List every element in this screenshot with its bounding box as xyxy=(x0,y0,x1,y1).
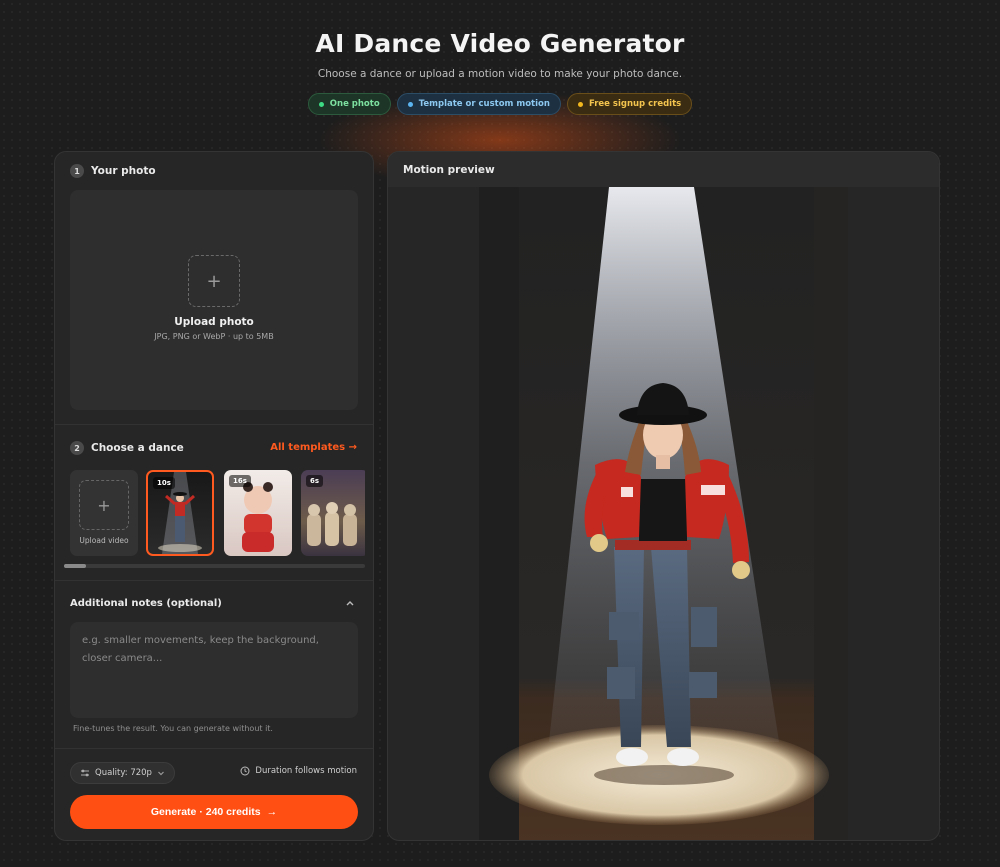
duration-label: Duration follows motion xyxy=(255,766,357,776)
upload-video-button[interactable]: + Upload video xyxy=(70,470,138,556)
hero: AI Dance Video Generator Choose a dance … xyxy=(0,0,1000,115)
chevron-up-icon[interactable] xyxy=(345,598,355,611)
divider xyxy=(55,748,373,749)
upload-photo-hint: JPG, PNG or WebP · up to 5MB xyxy=(154,332,274,341)
dance-template-thumbnail[interactable]: 6s xyxy=(301,470,365,556)
duration-info: Duration follows motion xyxy=(240,766,357,776)
carousel-scrollbar[interactable] xyxy=(64,564,365,568)
duration-badge: 16s xyxy=(229,475,251,487)
additional-notes-title: Additional notes (optional) xyxy=(70,598,222,609)
dance-template-thumbnail[interactable]: 16s xyxy=(224,470,292,556)
all-templates-link[interactable]: All templates → xyxy=(270,442,357,453)
step-your-photo: 1 Your photo xyxy=(70,164,156,178)
scrollbar-thumb[interactable] xyxy=(64,564,86,568)
divider xyxy=(55,424,373,425)
motion-preview-video[interactable] xyxy=(479,187,848,840)
quality-select[interactable]: Quality: 720p xyxy=(70,762,175,784)
motion-preview-title: Motion preview xyxy=(388,152,939,187)
duration-badge: 6s xyxy=(306,475,324,487)
step-title: Choose a dance xyxy=(91,442,184,454)
duration-badge: 10s xyxy=(153,477,175,489)
clock-icon xyxy=(240,766,250,776)
chip-one-photo: One photo xyxy=(307,93,391,115)
generate-button[interactable]: Generate · 240 credits → xyxy=(70,795,358,829)
generator-form-panel: 1 Your photo + Upload photo JPG, PNG or … xyxy=(54,151,374,841)
feature-chips: One photo Template or custom motion Free… xyxy=(0,93,1000,115)
dot-icon xyxy=(318,101,324,107)
sliders-icon xyxy=(81,769,89,777)
photo-upload-dropzone[interactable]: + Upload photo JPG, PNG or WebP · up to … xyxy=(70,190,358,410)
dance-template-carousel: + Upload video 10s 16s 6s xyxy=(70,470,365,556)
plus-icon: + xyxy=(188,255,240,307)
quality-label: Quality: 720p xyxy=(95,768,152,778)
dot-icon xyxy=(407,101,413,107)
chip-free-credits: Free signup credits xyxy=(566,93,693,115)
chip-template-motion: Template or custom motion xyxy=(396,93,561,115)
additional-notes-input[interactable] xyxy=(70,622,358,718)
plus-icon: + xyxy=(79,480,129,530)
divider xyxy=(55,580,373,581)
dot-icon xyxy=(577,101,583,107)
page-subtitle: Choose a dance or upload a motion video … xyxy=(317,68,683,80)
dance-template-thumbnail[interactable]: 10s xyxy=(146,470,214,556)
chevron-down-icon xyxy=(158,771,164,776)
dancer-video-frame xyxy=(479,187,848,840)
arrow-right-icon: → xyxy=(266,806,278,818)
page-title: AI Dance Video Generator xyxy=(315,29,685,58)
upload-video-label: Upload video xyxy=(79,536,129,545)
step-number: 1 xyxy=(70,164,84,178)
step-number: 2 xyxy=(70,441,84,455)
motion-preview-panel: Motion preview xyxy=(387,151,940,841)
notes-helper-text: Fine-tunes the result. You can generate … xyxy=(73,724,273,733)
step-title: Your photo xyxy=(91,165,156,177)
upload-photo-label: Upload photo xyxy=(174,316,254,328)
step-choose-dance: 2 Choose a dance xyxy=(70,441,184,455)
